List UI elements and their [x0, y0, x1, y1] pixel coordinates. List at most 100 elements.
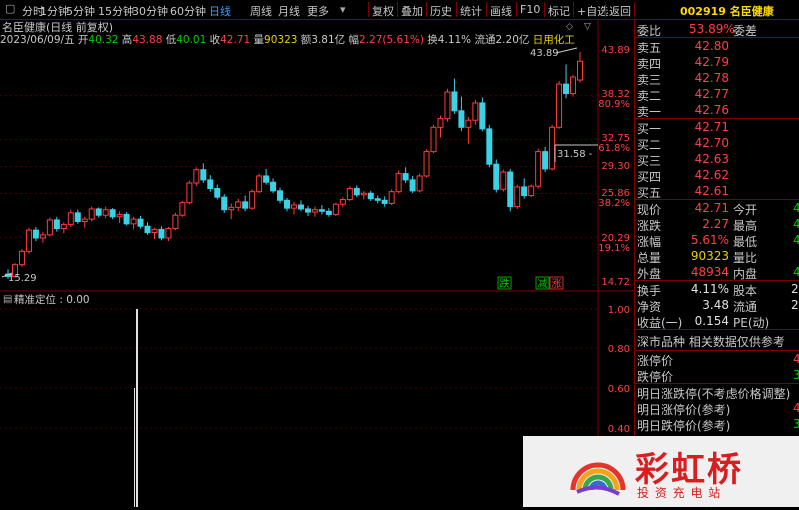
candle[interactable]: [570, 74, 577, 97]
candle[interactable]: [297, 200, 304, 212]
candle[interactable]: [318, 205, 325, 215]
candle[interactable]: [430, 124, 437, 154]
period-checkbox-icon[interactable]: ▢: [5, 2, 15, 15]
candle[interactable]: [214, 184, 221, 200]
tab-period-1[interactable]: 1分钟: [40, 3, 69, 19]
candle[interactable]: [563, 64, 570, 99]
candle[interactable]: [367, 190, 374, 202]
candle[interactable]: [172, 212, 179, 231]
candle[interactable]: [193, 167, 200, 187]
tab-period-5[interactable]: 60分钟: [170, 3, 206, 19]
diamond-icon[interactable]: ◇: [566, 22, 573, 32]
candle[interactable]: [353, 185, 360, 198]
candle[interactable]: [437, 115, 444, 138]
candle[interactable]: [256, 173, 263, 194]
tool-button-4[interactable]: 画线: [490, 3, 512, 19]
tab-period-2[interactable]: 5分钟: [66, 3, 95, 19]
candle[interactable]: [123, 212, 130, 226]
tool-button-1[interactable]: 叠加: [401, 3, 423, 19]
candle[interactable]: [458, 96, 465, 132]
candle[interactable]: [451, 78, 458, 114]
candle[interactable]: [263, 168, 270, 185]
triangle-down-icon[interactable]: ▽: [584, 22, 591, 32]
tab-period-7[interactable]: 周线: [250, 3, 272, 19]
candle[interactable]: [242, 195, 249, 212]
candle[interactable]: [332, 202, 339, 216]
candle[interactable]: [158, 226, 165, 241]
tool-button-3[interactable]: 统计: [460, 3, 482, 19]
candle[interactable]: [423, 149, 430, 178]
candle[interactable]: [207, 175, 214, 192]
indicator-menu-icon[interactable]: ▤: [3, 294, 12, 305]
candle[interactable]: [74, 209, 81, 224]
candle[interactable]: [39, 231, 46, 243]
tool-button-6[interactable]: 标记: [548, 3, 570, 19]
candle[interactable]: [165, 226, 172, 242]
candle[interactable]: [521, 178, 528, 199]
candle[interactable]: [416, 173, 423, 193]
candle[interactable]: [346, 186, 353, 202]
candle[interactable]: [249, 189, 256, 210]
tab-period-4[interactable]: 30分钟: [132, 3, 168, 19]
candle[interactable]: [116, 211, 123, 224]
candle[interactable]: [556, 80, 563, 129]
candle[interactable]: [67, 209, 74, 227]
candle[interactable]: [186, 180, 193, 205]
candle[interactable]: [304, 205, 311, 216]
candle[interactable]: [535, 148, 542, 189]
candle[interactable]: [53, 216, 60, 232]
tool-button-0[interactable]: 复权: [372, 3, 394, 19]
candle[interactable]: [311, 206, 318, 217]
candle[interactable]: [381, 196, 388, 207]
candle[interactable]: [528, 184, 535, 198]
tab-period-9[interactable]: 更多: [307, 3, 329, 19]
candle[interactable]: [109, 208, 116, 220]
kline-chart[interactable]: 名臣健康(日线 前复权) 2023/06/09/五 开40.32 高43.88 低…: [0, 19, 634, 507]
candle[interactable]: [179, 201, 186, 217]
candle[interactable]: [500, 169, 507, 192]
candle[interactable]: [228, 203, 235, 220]
candle[interactable]: [325, 208, 332, 217]
candle[interactable]: [409, 175, 416, 194]
kline-svg[interactable]: 名臣健康(日线 前复权)2023/06/09/五 开40.32 高43.88 低…: [0, 19, 634, 507]
candle[interactable]: [514, 184, 521, 209]
candle[interactable]: [507, 168, 514, 212]
tool-button-5[interactable]: F10: [520, 3, 540, 16]
candle[interactable]: [137, 215, 144, 229]
candle[interactable]: [444, 88, 451, 122]
candle[interactable]: [95, 207, 102, 218]
candle[interactable]: [549, 124, 556, 171]
candle[interactable]: [25, 227, 32, 254]
candle[interactable]: [360, 190, 367, 200]
tab-period-6[interactable]: 日线: [209, 3, 231, 19]
candle[interactable]: [221, 194, 228, 213]
candle[interactable]: [395, 170, 402, 194]
candle[interactable]: [88, 206, 95, 222]
tool-button-7[interactable]: +自选: [577, 3, 608, 19]
candle[interactable]: [486, 124, 493, 168]
candle[interactable]: [46, 217, 53, 237]
candle[interactable]: [18, 248, 25, 268]
candle[interactable]: [374, 195, 381, 204]
candle[interactable]: [277, 187, 284, 204]
tab-period-8[interactable]: 月线: [278, 3, 300, 19]
candle[interactable]: [479, 97, 486, 132]
candle[interactable]: [130, 216, 137, 230]
candle[interactable]: [472, 99, 479, 125]
candle[interactable]: [81, 216, 88, 228]
candle[interactable]: [577, 52, 583, 83]
candle[interactable]: [102, 206, 109, 219]
candle[interactable]: [144, 222, 151, 235]
candle[interactable]: [235, 198, 242, 212]
tab-period-3[interactable]: 15分钟: [98, 3, 134, 19]
candle[interactable]: [542, 146, 549, 173]
tool-button-8[interactable]: 返回: [609, 3, 631, 19]
candle[interactable]: [388, 189, 395, 206]
candle[interactable]: [493, 159, 500, 193]
candle[interactable]: [60, 222, 67, 234]
candle[interactable]: [339, 197, 346, 208]
candle[interactable]: [270, 178, 277, 194]
tool-button-2[interactable]: 历史: [430, 3, 452, 19]
candle[interactable]: [284, 197, 291, 212]
candle[interactable]: [32, 226, 39, 242]
